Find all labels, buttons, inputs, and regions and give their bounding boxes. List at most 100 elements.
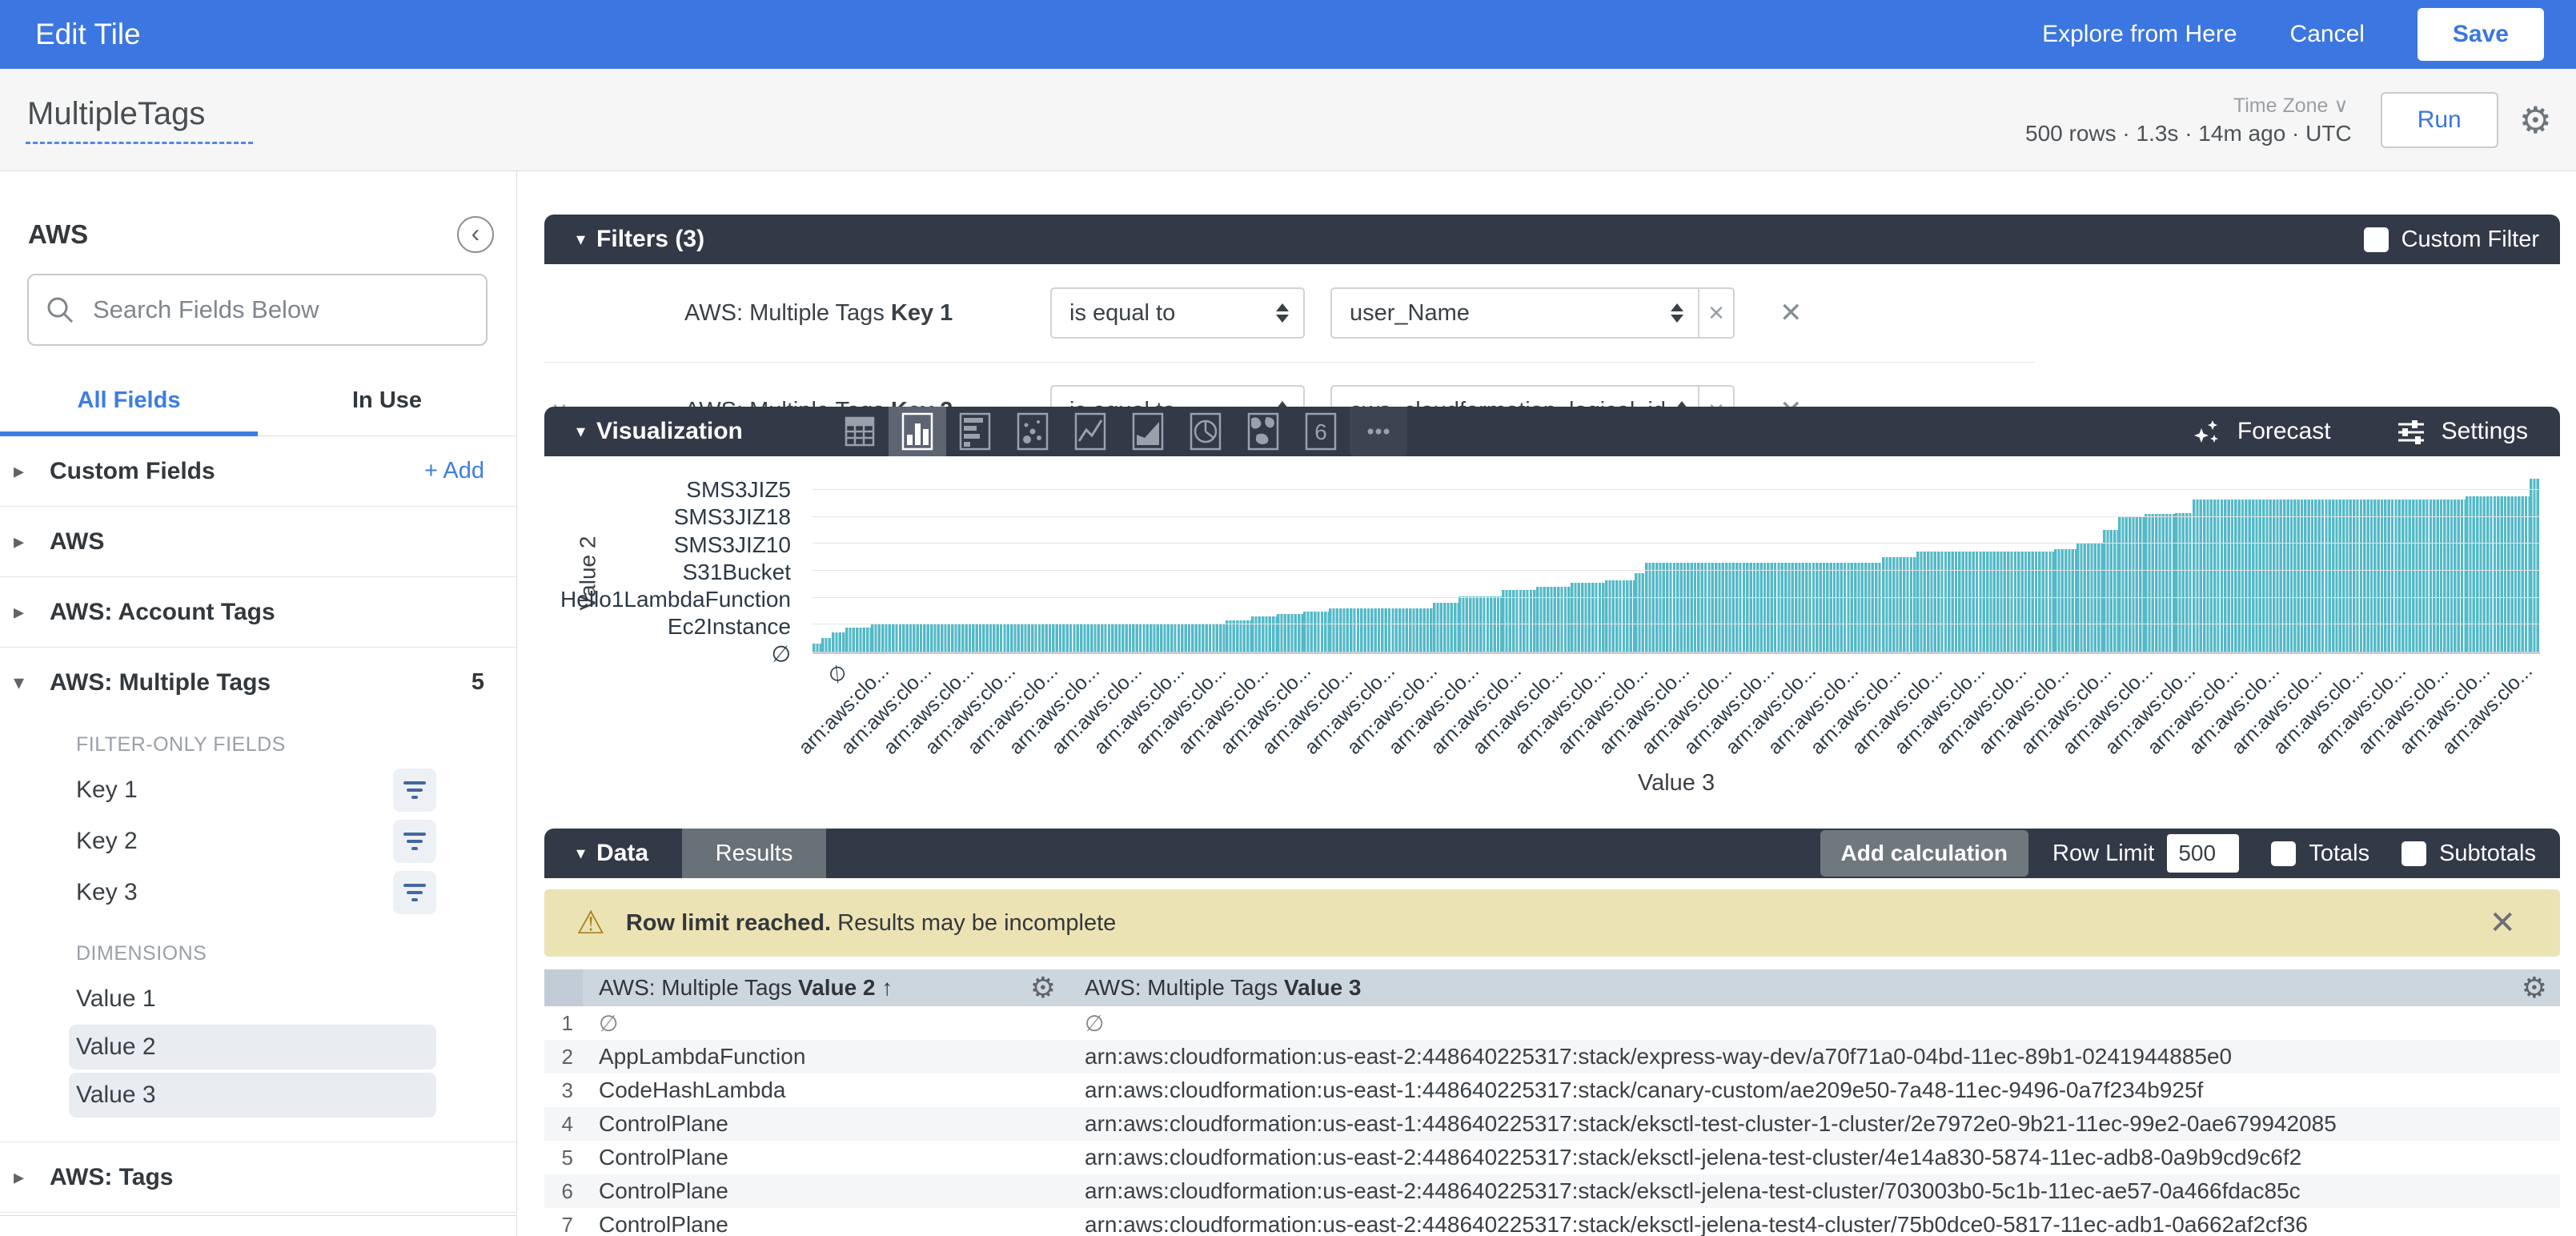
tab-results[interactable]: Results [682, 829, 826, 878]
filters-header[interactable]: ▾ Filters (3) Custom Filter [544, 215, 2560, 264]
custom-filter-checkbox[interactable] [2364, 227, 2389, 252]
bar-segment[interactable] [1882, 557, 1916, 652]
custom-filter-toggle[interactable]: Custom Filter [2364, 227, 2539, 253]
filter-value-select[interactable]: user_Name [1330, 287, 1699, 339]
bar-segment[interactable] [2175, 513, 2193, 652]
sidebar-item-aws-multiple-tags[interactable]: ▾ AWS: Multiple Tags 5 [0, 648, 516, 717]
tab-all-fields[interactable]: All Fields [0, 387, 258, 436]
bar-segment[interactable] [1645, 563, 1882, 652]
table-row[interactable]: 7ControlPlanearn:aws:cloudformation:us-e… [544, 1208, 2560, 1236]
totals-toggle[interactable]: Totals [2271, 841, 2369, 867]
table-row[interactable]: 3CodeHashLambdaarn:aws:cloudformation:us… [544, 1073, 2560, 1107]
cell-value-2[interactable]: ControlPlane [583, 1178, 1069, 1204]
sidebar-item-aws-tags[interactable]: ▸ AWS: Tags [0, 1142, 516, 1212]
bar-segment[interactable] [2054, 549, 2076, 652]
remove-filter-button[interactable]: ✕ [1780, 297, 1803, 329]
more-icon[interactable] [1350, 407, 1407, 456]
cell-value-2[interactable]: ControlPlane [583, 1145, 1069, 1170]
bar-segment[interactable] [821, 638, 832, 652]
filter-icon[interactable] [393, 768, 436, 812]
query-title[interactable]: MultipleTags [26, 96, 253, 144]
filter-icon[interactable] [393, 871, 436, 914]
clear-value-button[interactable]: ✕ [1699, 385, 1735, 407]
table-row[interactable]: 1∅∅ [544, 1006, 2560, 1040]
viz-settings-button[interactable]: Settings [2395, 415, 2528, 447]
dismiss-warning-button[interactable]: ✕ [2489, 905, 2516, 941]
bar-segment[interactable] [1502, 590, 1536, 652]
totals-checkbox[interactable] [2271, 841, 2296, 866]
filter-value-select[interactable]: aws_cloudformation_logical_id [1330, 385, 1699, 407]
cell-value-3[interactable]: arn:aws:cloudformation:us-east-1:4486402… [1069, 1111, 2560, 1137]
cancel-button[interactable]: Cancel [2290, 21, 2365, 48]
sidebar-item-custom-fields[interactable]: ▸ Custom Fields + Add [0, 436, 516, 506]
sidebar-item-aws[interactable]: ▸ AWS [0, 507, 516, 576]
subtotals-checkbox[interactable] [2401, 841, 2426, 866]
bar-segment[interactable] [1433, 603, 1459, 652]
add-custom-field-button[interactable]: + Add [424, 458, 484, 484]
bar-segment[interactable] [813, 644, 821, 652]
cell-value-3[interactable]: arn:aws:cloudformation:us-east-1:4486402… [1069, 1077, 2560, 1103]
table-row[interactable]: 2AppLambdaFunctionarn:aws:cloudformation… [544, 1040, 2560, 1073]
pie-chart-icon[interactable] [1177, 407, 1234, 456]
search-input[interactable] [93, 295, 470, 324]
bar-segment[interactable] [2193, 500, 2466, 652]
filter-operator-select[interactable]: is equal to [1050, 385, 1305, 407]
table-row[interactable]: 5ControlPlanearn:aws:cloudformation:us-e… [544, 1141, 2560, 1174]
cell-value-3[interactable]: ∅ [1069, 1010, 2560, 1037]
cell-value-3[interactable]: arn:aws:cloudformation:us-east-2:4486402… [1069, 1145, 2560, 1170]
sidebar-item-aws-account-tags[interactable]: ▸ AWS: Account Tags [0, 577, 516, 647]
single-value-icon[interactable]: 6 [1292, 407, 1350, 456]
bar-segment[interactable] [1226, 620, 1251, 652]
filter-operator-select[interactable]: is equal to [1050, 287, 1305, 339]
bar-segment[interactable] [832, 632, 845, 652]
column-header-value-3[interactable]: AWS: Multiple Tags Value 3 ⚙ [1069, 969, 2560, 1006]
bar-segment[interactable] [2466, 496, 2530, 652]
bar-segment[interactable] [2530, 479, 2540, 652]
bar-segment[interactable] [1635, 573, 1645, 652]
bar-segment[interactable] [2118, 517, 2144, 652]
line-chart-icon[interactable] [1061, 407, 1119, 456]
field-search-box[interactable] [27, 274, 488, 346]
forecast-button[interactable]: Forecast [2191, 415, 2331, 447]
cell-value-3[interactable]: arn:aws:cloudformation:us-east-2:4486402… [1069, 1044, 2560, 1069]
field-key-1[interactable]: Key 1 [0, 764, 516, 816]
bar-segment[interactable] [1277, 614, 1302, 652]
scatter-chart-icon[interactable] [1004, 407, 1061, 456]
tab-in-use[interactable]: In Use [258, 387, 516, 436]
bar-segment[interactable] [1303, 612, 1329, 652]
cell-value-2[interactable]: CodeHashLambda [583, 1077, 1069, 1103]
chevron-down-icon[interactable]: ∨ [551, 397, 568, 407]
field-key-2[interactable]: Key 2 [0, 816, 516, 867]
query-settings-gear-icon[interactable]: ⚙ [2519, 102, 2552, 138]
bar-segment[interactable] [845, 628, 871, 652]
subtotals-toggle[interactable]: Subtotals [2401, 841, 2536, 867]
bar-segment[interactable] [2103, 530, 2118, 652]
save-button[interactable]: Save [2418, 8, 2544, 61]
table-row[interactable]: 4ControlPlanearn:aws:cloudformation:us-e… [544, 1107, 2560, 1141]
table-row[interactable]: 6ControlPlanearn:aws:cloudformation:us-e… [544, 1174, 2560, 1208]
cell-value-2[interactable]: ControlPlane [583, 1212, 1069, 1236]
table-icon[interactable] [831, 407, 889, 456]
cell-value-2[interactable]: AppLambdaFunction [583, 1044, 1069, 1069]
bar-segment[interactable] [1329, 608, 1432, 652]
bar-segment[interactable] [1251, 616, 1277, 652]
cell-value-3[interactable]: arn:aws:cloudformation:us-east-2:4486402… [1069, 1178, 2560, 1204]
column-gear-icon[interactable]: ⚙ [2522, 973, 2547, 1002]
cell-value-3[interactable]: arn:aws:cloudformation:us-east-2:4486402… [1069, 1212, 2560, 1236]
bar-segment[interactable] [1571, 583, 1605, 652]
column-header-value-2[interactable]: AWS: Multiple Tags Value 2 ↑ ⚙ [583, 969, 1069, 1006]
field-value-3[interactable]: Value 3 [69, 1073, 436, 1118]
cell-value-2[interactable]: ControlPlane [583, 1111, 1069, 1137]
chart-plot[interactable] [813, 468, 2540, 654]
bar-chart-icon[interactable] [946, 407, 1004, 456]
remove-filter-button[interactable]: ✕ [1780, 395, 1803, 407]
sidebar-collapse-button[interactable]: ‹ [457, 216, 494, 253]
filter-icon[interactable] [393, 820, 436, 863]
timezone-dropdown[interactable]: Time Zone ∨ [2233, 94, 2352, 118]
column-gear-icon[interactable]: ⚙ [1030, 973, 1056, 1002]
field-value-1[interactable]: Value 1 [69, 977, 436, 1021]
map-chart-icon[interactable] [1234, 407, 1292, 456]
cell-value-2[interactable]: ∅ [583, 1010, 1069, 1037]
bar-segment[interactable] [871, 624, 1225, 652]
bar-segment[interactable] [1916, 552, 2055, 652]
